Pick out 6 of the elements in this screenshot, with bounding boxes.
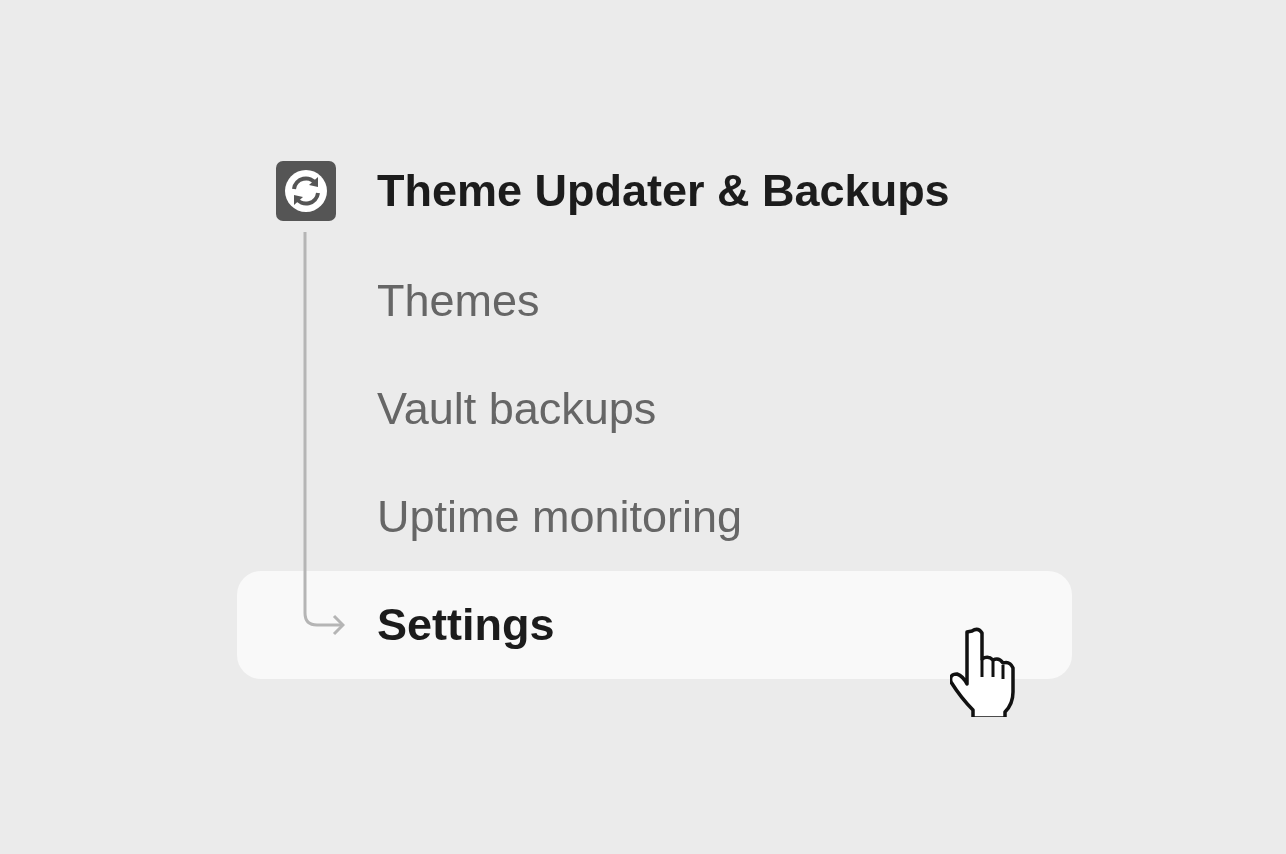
nav-item[interactable]: Vault backups [237,355,1072,463]
sync-icon [276,161,336,221]
nav-item[interactable]: Uptime monitoring [237,463,1072,571]
nav-item[interactable]: Settings [237,571,1072,679]
nav-item[interactable]: Themes [237,247,1072,355]
app-title: Theme Updater & Backups [377,165,950,217]
